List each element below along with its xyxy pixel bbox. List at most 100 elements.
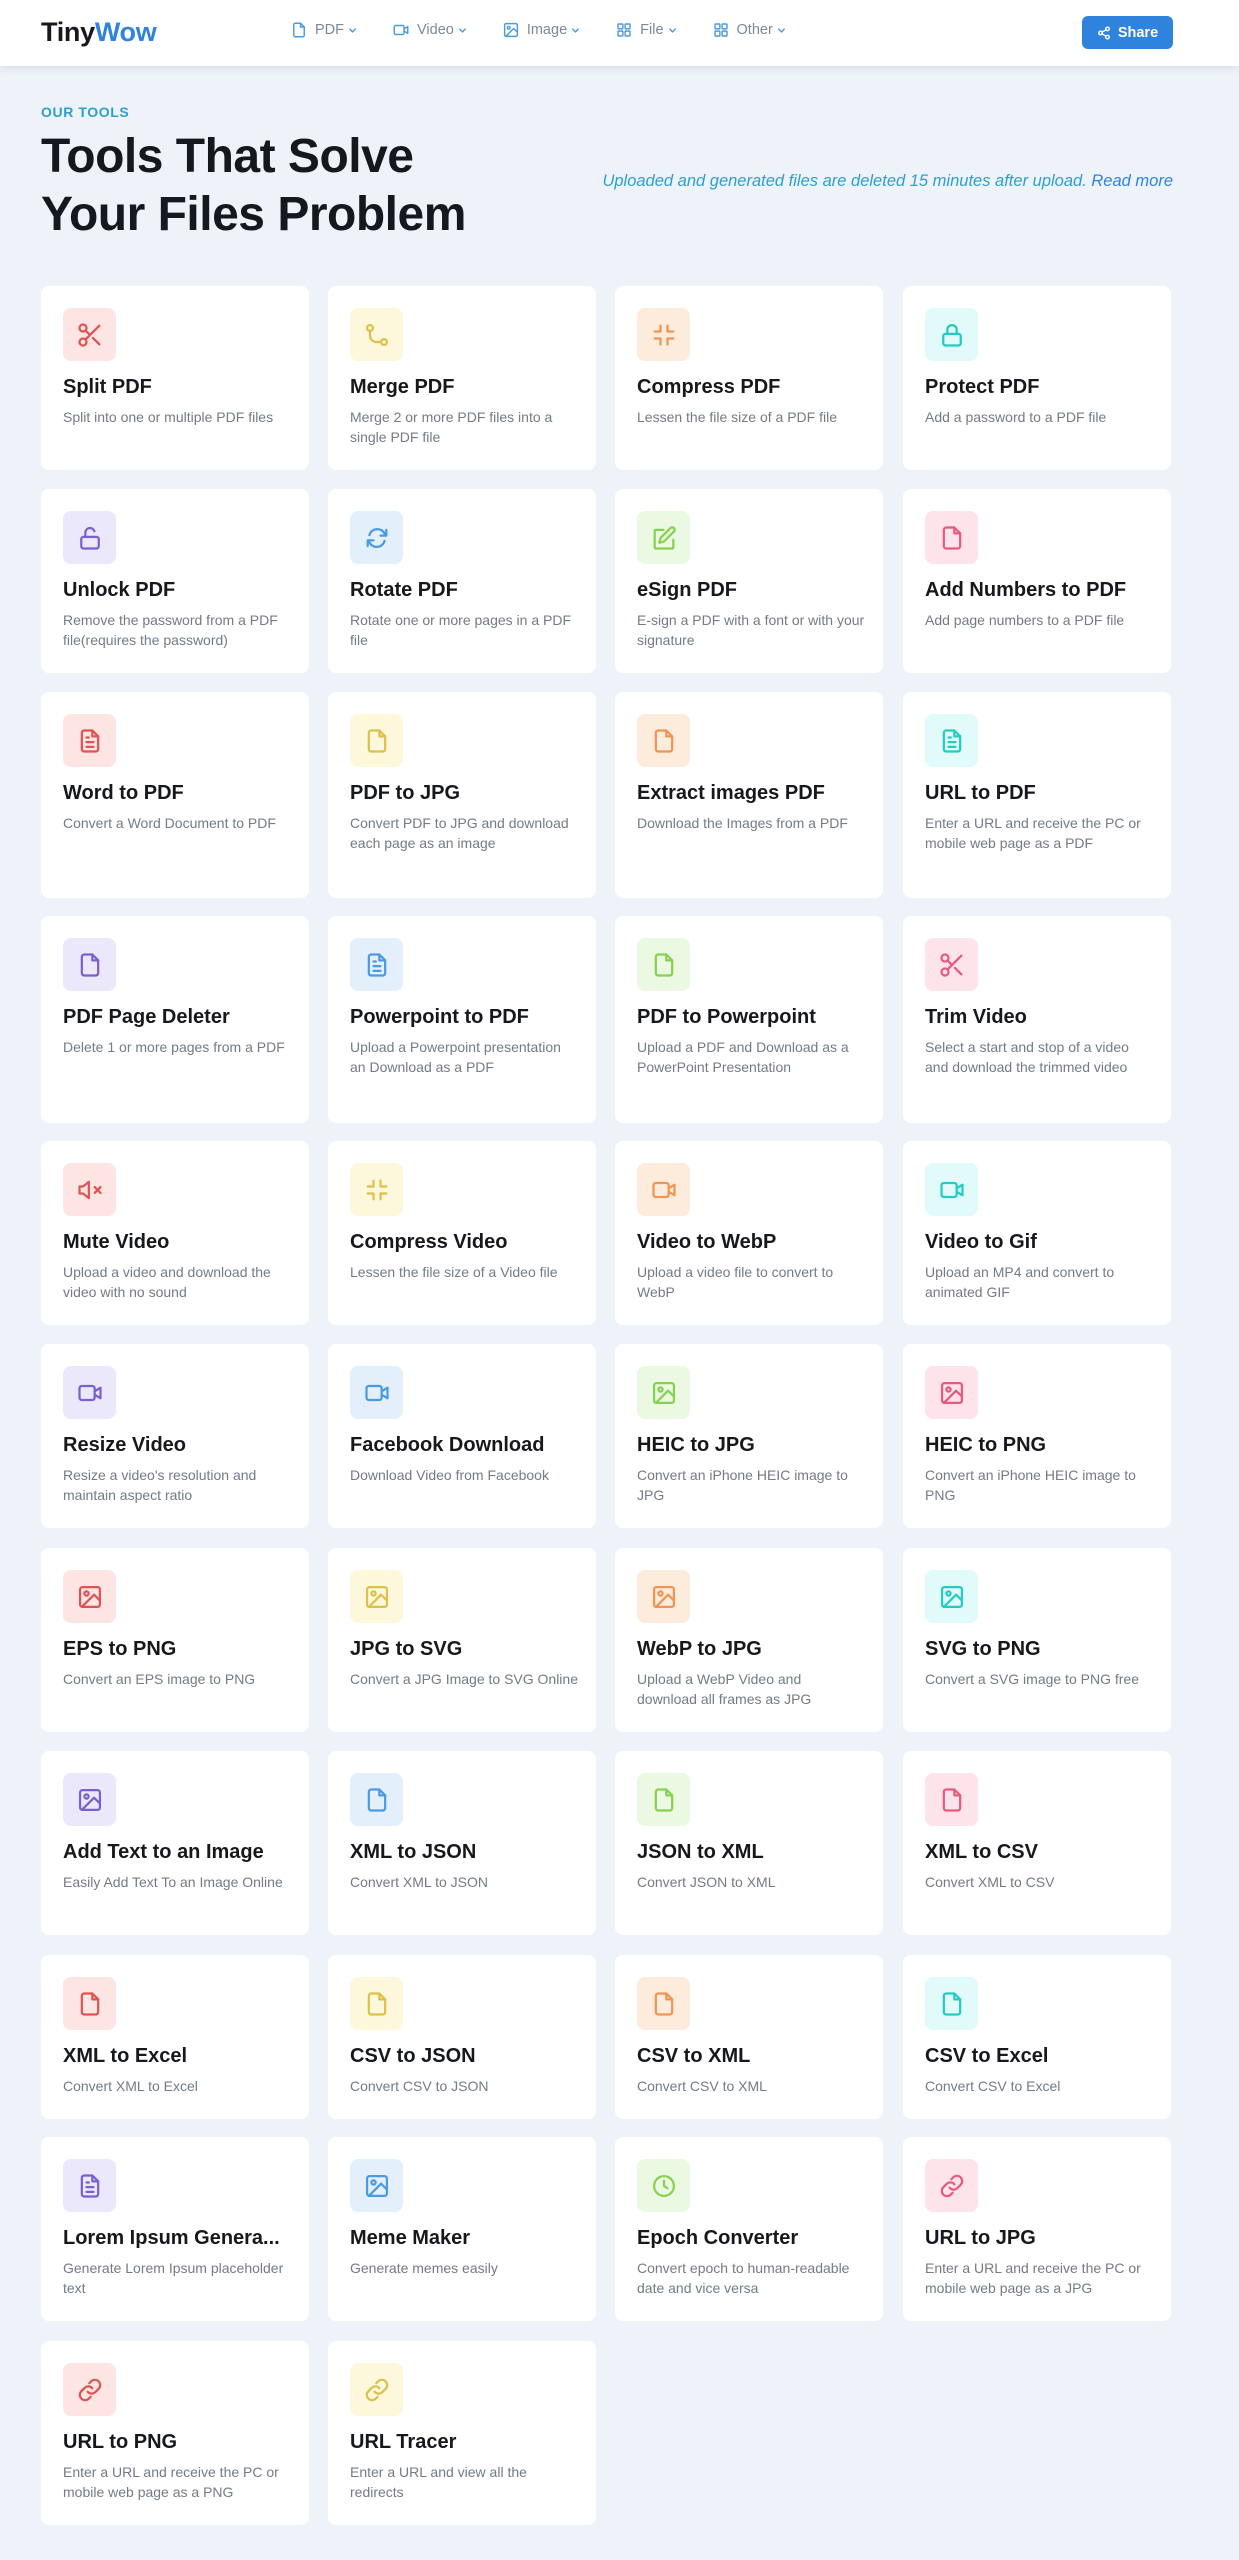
logo[interactable]: TinyWow xyxy=(41,17,157,48)
nav-item-other[interactable]: Other xyxy=(712,21,787,39)
tool-card-word-to-pdf[interactable]: Word to PDF Convert a Word Document to PD… xyxy=(41,692,309,898)
tool-title: Compress Video xyxy=(350,1231,508,1253)
video-icon xyxy=(637,1163,690,1216)
tool-card-heic-to-jpg[interactable]: HEIC to JPG Convert an iPhone HEIC image … xyxy=(615,1344,883,1528)
tool-card-csv-to-excel[interactable]: CSV to Excel Convert CSV to Excel xyxy=(903,1955,1171,2119)
tool-card-powerpoint-to-pdf[interactable]: Powerpoint to PDF Upload a Powerpoint pre… xyxy=(328,916,596,1123)
tool-card-jpg-to-svg[interactable]: JPG to SVG Convert a JPG Image to SVG Onl… xyxy=(328,1548,596,1732)
tool-card-split-pdf[interactable]: Split PDF Split into one or multiple PDF … xyxy=(41,286,309,470)
file-icon xyxy=(925,511,978,564)
tool-description: Select a start and stop of a video and d… xyxy=(925,1039,1129,1075)
image-icon xyxy=(350,2159,403,2212)
file-icon xyxy=(637,1773,690,1826)
tool-description: Enter a URL and receive the PC or mobile… xyxy=(925,815,1141,851)
tool-description: Remove the password from a PDF file(requ… xyxy=(63,612,278,648)
tool-card-epoch-converter[interactable]: Epoch Converter Convert epoch to human-re… xyxy=(615,2137,883,2321)
tool-title: HEIC to PNG xyxy=(925,1434,1047,1456)
tool-card-eps-to-png[interactable]: EPS to PNG Convert an EPS image to PNG xyxy=(41,1548,309,1732)
tool-description: Upload a video file to convert to WebP xyxy=(637,1264,834,1300)
tool-description: Rotate one or more pages in a PDF file xyxy=(350,612,572,648)
share-button[interactable]: Share xyxy=(1082,16,1173,49)
link-icon xyxy=(350,2363,403,2416)
tool-card-esign-pdf[interactable]: eSign PDF E-sign a PDF with a font or wit… xyxy=(615,489,883,673)
nav-item-pdf[interactable]: PDF xyxy=(290,21,358,39)
nav-item-label: Video xyxy=(417,22,454,38)
tool-card-mute-video[interactable]: Mute Video Upload a video and download th… xyxy=(41,1141,309,1325)
lock-icon xyxy=(925,308,978,361)
tool-card-video-to-gif[interactable]: Video to Gif Upload an MP4 and convert to… xyxy=(903,1141,1171,1325)
tool-description: Lessen the file size of a PDF file xyxy=(637,409,837,425)
tool-description: Convert an iPhone HEIC image to PNG xyxy=(925,1467,1136,1503)
nav-item-label: PDF xyxy=(315,22,344,38)
tool-title: Protect PDF xyxy=(925,376,1040,398)
tool-card-heic-to-png[interactable]: HEIC to PNG Convert an iPhone HEIC image … xyxy=(903,1344,1171,1528)
tool-card-pdf-to-jpg[interactable]: PDF to JPG Convert PDF to JPG and downloa… xyxy=(328,692,596,898)
image-icon xyxy=(637,1570,690,1623)
tool-description: Download the Images from a PDF xyxy=(637,815,848,831)
tool-card-merge-pdf[interactable]: Merge PDF Merge 2 or more PDF files into … xyxy=(328,286,596,470)
video-icon xyxy=(392,21,410,39)
tool-card-meme-maker[interactable]: Meme Maker Generate memes easily xyxy=(328,2137,596,2321)
tool-card-protect-pdf[interactable]: Protect PDF Add a password to a PDF file xyxy=(903,286,1171,470)
tool-card-xml-to-json[interactable]: XML to JSON Convert XML to JSON xyxy=(328,1751,596,1935)
nav-item-video[interactable]: Video xyxy=(392,21,468,39)
tool-card-csv-to-xml[interactable]: CSV to XML Convert CSV to XML xyxy=(615,1955,883,2119)
tool-card-url-tracer[interactable]: URL Tracer Enter a URL and view all the r… xyxy=(328,2341,596,2525)
tool-description: Convert XML to JSON xyxy=(350,1874,488,1890)
tool-card-pdf-to-powerpoint[interactable]: PDF to Powerpoint Upload a PDF and Downlo… xyxy=(615,916,883,1123)
tool-card-pdf-page-deleter[interactable]: PDF Page Deleter Delete 1 or more pages f… xyxy=(41,916,309,1123)
deletion-notice: Uploaded and generated files are deleted… xyxy=(602,172,1173,191)
nav-item-image[interactable]: Image xyxy=(502,21,581,39)
tool-title: Unlock PDF xyxy=(63,579,176,601)
tool-description: Convert CSV to JSON xyxy=(350,2078,489,2094)
tool-card-add-text-to-an-image[interactable]: Add Text to an Image Easily Add Text To a… xyxy=(41,1751,309,1935)
tool-title: eSign PDF xyxy=(637,579,738,601)
tool-description: E-sign a PDF with a font or with your si… xyxy=(637,612,865,648)
merge-icon xyxy=(350,308,403,361)
tool-card-webp-to-jpg[interactable]: WebP to JPG Upload a WebP Video and downl… xyxy=(615,1548,883,1732)
chevron-down-icon xyxy=(457,25,468,36)
image-icon xyxy=(350,1570,403,1623)
tool-title: Powerpoint to PDF xyxy=(350,1006,529,1028)
tool-card-svg-to-png[interactable]: SVG to PNG Convert a SVG image to PNG fre… xyxy=(903,1548,1171,1732)
read-more-link[interactable]: Read more xyxy=(1091,172,1173,190)
compress-icon xyxy=(350,1163,403,1216)
tool-card-url-to-jpg[interactable]: URL to JPG Enter a URL and receive the PC… xyxy=(903,2137,1171,2321)
tool-title: HEIC to JPG xyxy=(637,1434,755,1456)
chevron-down-icon xyxy=(667,25,678,36)
file-text-icon xyxy=(925,714,978,767)
share-icon xyxy=(1097,25,1111,40)
tool-card-xml-to-csv[interactable]: XML to CSV Convert XML to CSV xyxy=(903,1751,1171,1935)
page-title: Tools That Solve Your Files Problem xyxy=(41,130,466,241)
tool-card-csv-to-json[interactable]: CSV to JSON Convert CSV to JSON xyxy=(328,1955,596,2119)
tool-card-url-to-pdf[interactable]: URL to PDF Enter a URL and receive the PC… xyxy=(903,692,1171,898)
tool-description: Resize a video's resolution and maintain… xyxy=(63,1467,257,1503)
tool-card-lorem-ipsum-genera[interactable]: Lorem Ipsum Genera... Generate Lorem Ipsu… xyxy=(41,2137,309,2321)
tool-card-facebook-download[interactable]: Facebook Download Download Video from Fac… xyxy=(328,1344,596,1528)
tool-description: Convert epoch to human-readable date and… xyxy=(637,2260,850,2296)
tool-card-url-to-png[interactable]: URL to PNG Enter a URL and receive the PC… xyxy=(41,2341,309,2525)
tool-title: PDF Page Deleter xyxy=(63,1006,230,1028)
tool-description: Generate Lorem Ipsum placeholder text xyxy=(63,2260,284,2296)
tool-title: JPG to SVG xyxy=(350,1638,463,1660)
video-icon xyxy=(925,1163,978,1216)
tool-card-resize-video[interactable]: Resize Video Resize a video's resolution … xyxy=(41,1344,309,1528)
tool-card-video-to-webp[interactable]: Video to WebP Upload a video file to conv… xyxy=(615,1141,883,1325)
tool-card-trim-video[interactable]: Trim Video Select a start and stop of a v… xyxy=(903,916,1171,1123)
tool-description: Convert an EPS image to PNG xyxy=(63,1671,256,1687)
tool-card-rotate-pdf[interactable]: Rotate PDF Rotate one or more pages in a … xyxy=(328,489,596,673)
tool-card-xml-to-excel[interactable]: XML to Excel Convert XML to Excel xyxy=(41,1955,309,2119)
tool-card-compress-pdf[interactable]: Compress PDF Lessen the file size of a PD… xyxy=(615,286,883,470)
tool-title: Facebook Download xyxy=(350,1434,545,1456)
tool-description: Enter a URL and receive the PC or mobile… xyxy=(63,2464,279,2500)
rotate-icon xyxy=(350,511,403,564)
tool-description: Convert PDF to JPG and download each pag… xyxy=(350,815,569,851)
video-icon xyxy=(63,1366,116,1419)
nav-item-file[interactable]: File xyxy=(615,21,677,39)
tool-card-extract-images-pdf[interactable]: Extract images PDF Download the Images fr… xyxy=(615,692,883,898)
tool-card-json-to-xml[interactable]: JSON to XML Convert JSON to XML xyxy=(615,1751,883,1935)
tool-card-add-numbers-to-pdf[interactable]: Add Numbers to PDF Add page numbers to a … xyxy=(903,489,1171,673)
tool-description: Enter a URL and view all the redirects xyxy=(350,2464,527,2500)
tool-card-compress-video[interactable]: Compress Video Lessen the file size of a … xyxy=(328,1141,596,1325)
tool-card-unlock-pdf[interactable]: Unlock PDF Remove the password from a PDF… xyxy=(41,489,309,673)
